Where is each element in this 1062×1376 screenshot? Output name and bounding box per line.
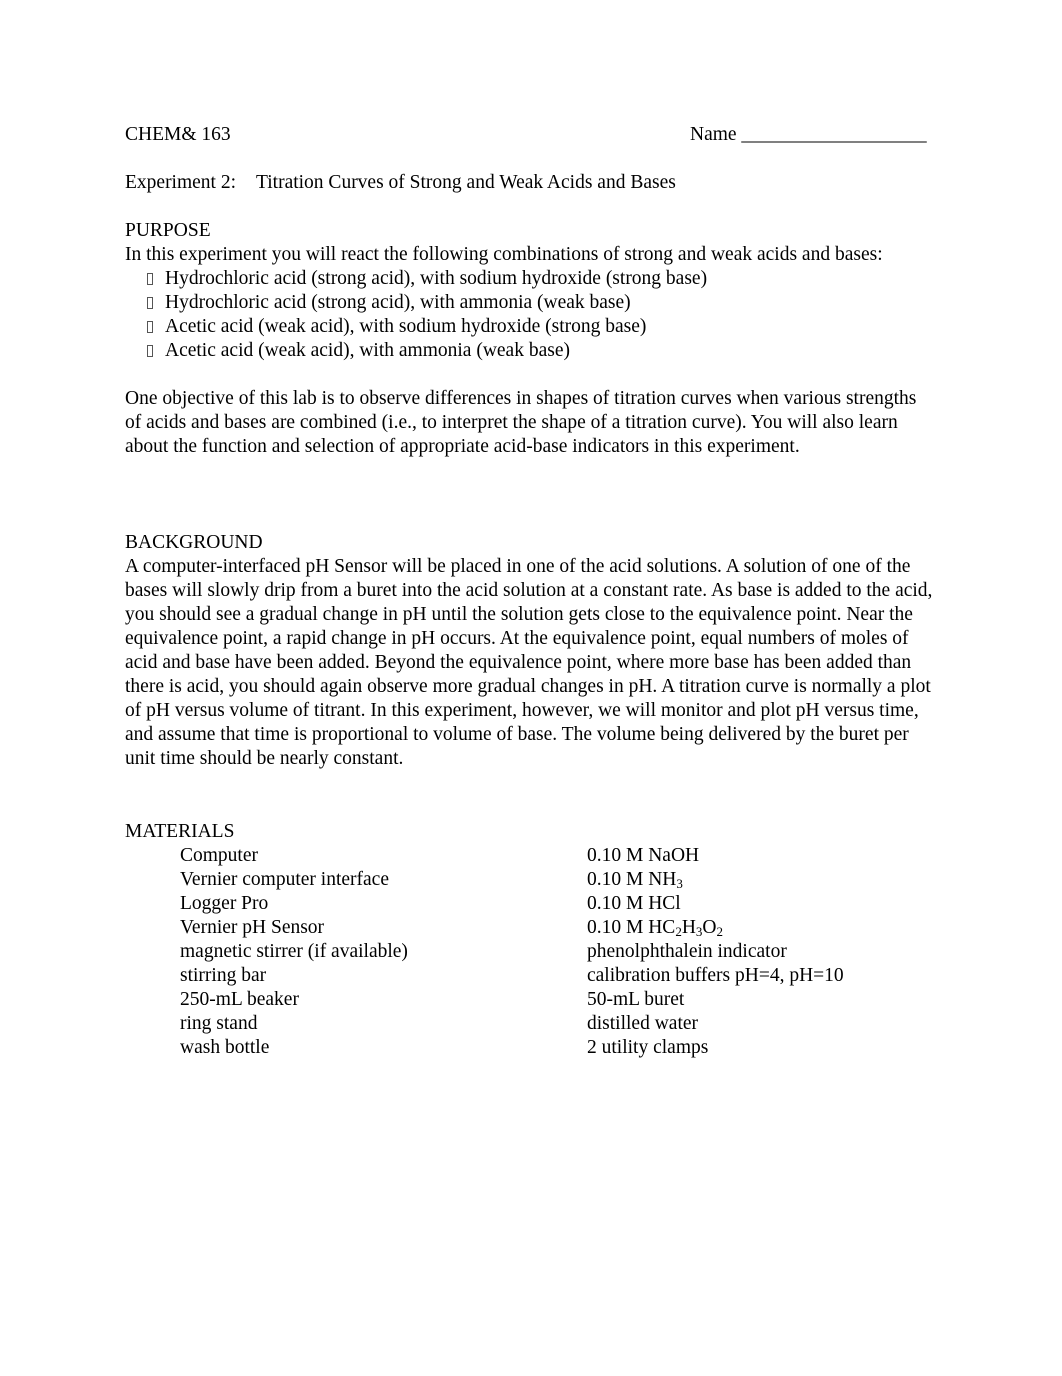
material-item: 250-mL beaker xyxy=(180,989,299,1010)
reagent-item: 0.10 M HC2H3O2 xyxy=(587,917,723,939)
materials-row: Vernier pH Sensor 0.10 M HC2H3O2 xyxy=(180,916,844,940)
materials-row: ring stand distilled water xyxy=(180,1012,844,1036)
reagent-item: 0.10 M NaOH xyxy=(587,845,700,866)
material-item: wash bottle xyxy=(180,1037,270,1058)
materials-row: Computer 0.10 M NaOH xyxy=(180,844,844,868)
materials-row: magnetic stirrer (if available) phenolph… xyxy=(180,940,844,964)
reagent-item: 0.10 M HCl xyxy=(587,893,681,914)
course-code: CHEM& 163 xyxy=(125,124,231,145)
list-item-text: Acetic acid (weak acid), with ammonia (w… xyxy=(165,340,570,361)
list-item: Acetic acid (weak acid), with ammonia (w… xyxy=(147,339,707,363)
materials-row: Logger Pro 0.10 M HCl xyxy=(180,892,844,916)
reagent-item: 0.10 M NH3 xyxy=(587,869,683,891)
reagent-item: calibration buffers pH=4, pH=10 xyxy=(587,965,844,986)
material-item: stirring bar xyxy=(180,965,267,986)
material-item: Logger Pro xyxy=(180,893,269,914)
materials-row: 250-mL beaker 50-mL buret xyxy=(180,988,844,1012)
material-item: Vernier computer interface xyxy=(180,869,389,890)
reagent-item: 50-mL buret xyxy=(587,989,685,1010)
material-item: ring stand xyxy=(180,1013,258,1034)
list-item: Hydrochloric acid (strong acid), with am… xyxy=(147,291,707,315)
materials-row: wash bottle 2 utility clamps xyxy=(180,1036,844,1060)
list-item-text: Acetic acid (weak acid), with sodium hyd… xyxy=(165,316,647,337)
missing-glyph-box-icon xyxy=(147,321,153,333)
material-item: Computer xyxy=(180,845,258,866)
list-item-text: Hydrochloric acid (strong acid), with so… xyxy=(165,268,708,289)
reagent-item: 2 utility clamps xyxy=(587,1037,709,1058)
purpose-list: Hydrochloric acid (strong acid), with so… xyxy=(147,267,707,363)
missing-glyph-box-icon xyxy=(147,297,153,309)
materials-heading: MATERIALS xyxy=(125,821,235,842)
background-paragraph: A computer-interfaced pH Sensor will be … xyxy=(125,556,933,769)
purpose-intro: In this experiment you will react the fo… xyxy=(125,244,883,265)
missing-glyph-box-icon xyxy=(147,345,153,357)
experiment-title: Experiment 2: Titration Curves of Strong … xyxy=(125,171,676,195)
background-heading: BACKGROUND xyxy=(125,532,263,553)
materials-row: stirring bar calibration buffers pH=4, p… xyxy=(180,964,844,988)
experiment-number: Experiment 2: xyxy=(125,172,237,193)
list-item: Hydrochloric acid (strong acid), with so… xyxy=(147,267,707,291)
material-item: magnetic stirrer (if available) xyxy=(180,941,408,962)
material-item: Vernier pH Sensor xyxy=(180,917,325,938)
missing-glyph-box-icon xyxy=(147,273,153,285)
objective-paragraph: One objective of this lab is to observe … xyxy=(125,388,917,457)
purpose-heading: PURPOSE xyxy=(125,220,211,241)
experiment-name: Titration Curves of Strong and Weak Acid… xyxy=(256,172,676,193)
list-item-text: Hydrochloric acid (strong acid), with am… xyxy=(165,292,631,313)
reagent-item: phenolphthalein indicator xyxy=(587,941,787,962)
list-item: Acetic acid (weak acid), with sodium hyd… xyxy=(147,315,707,339)
name-field: Name ___________________ xyxy=(690,124,927,145)
materials-list: Computer 0.10 M NaOH Vernier computer in… xyxy=(180,844,844,1060)
materials-row: Vernier computer interface 0.10 M NH3 xyxy=(180,868,844,892)
reagent-item: distilled water xyxy=(587,1013,699,1034)
